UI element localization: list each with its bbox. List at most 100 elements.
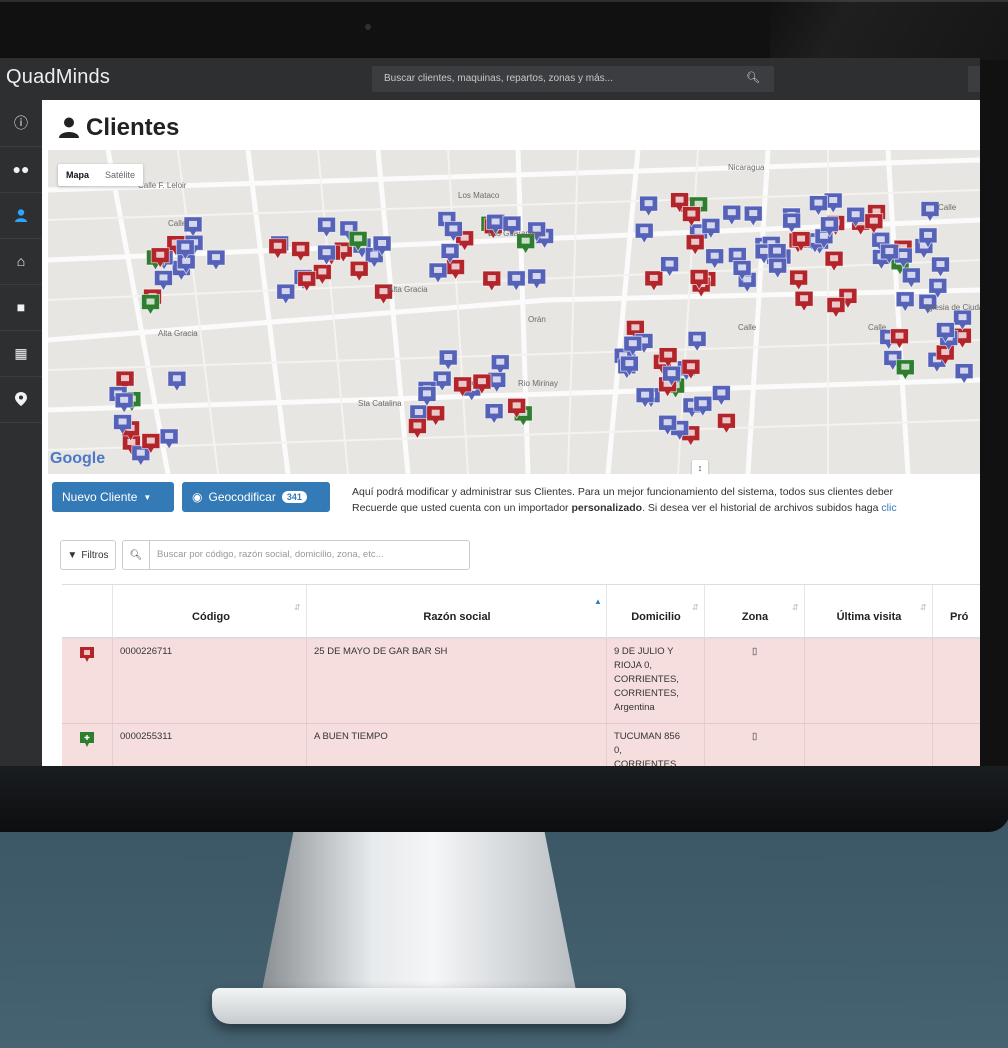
marker-glyph: [413, 422, 422, 429]
marker-glyph: [749, 210, 758, 217]
marker-glyph: [302, 275, 311, 282]
marker-glyph: [159, 274, 168, 281]
map-type-toggle[interactable]: Mapa Satélite: [58, 164, 144, 186]
marker-glyph: [694, 227, 703, 234]
marker-glyph: [727, 209, 736, 216]
marker-glyph: [958, 332, 967, 339]
marker-glyph: [487, 275, 496, 282]
marker-glyph: [663, 419, 672, 426]
map-type-satellite[interactable]: Satélite: [97, 170, 143, 180]
marker-glyph: [281, 288, 290, 295]
sidebar-item-info[interactable]: ⓘ: [0, 100, 42, 147]
geocode-button[interactable]: ◉ Geocodificar 341: [182, 482, 330, 512]
marker-glyph: [477, 378, 486, 385]
marker-glyph: [876, 236, 885, 243]
calendar-icon: ▦: [14, 344, 28, 361]
info-line-2: Recuerde que usted cuenta con un importa…: [352, 502, 897, 514]
marker-glyph: [698, 400, 707, 407]
search-icon: 🔍︎: [123, 541, 150, 569]
marker-glyph: [901, 295, 910, 302]
new-client-button[interactable]: Nuevo Cliente ▼: [52, 482, 174, 512]
sort-icon[interactable]: ⇵: [792, 603, 799, 612]
column-header-proxima[interactable]: Pró: [936, 611, 980, 623]
sort-icon[interactable]: ⇵: [920, 603, 927, 612]
map-marker-icon: [15, 392, 27, 406]
marker-glyph: [885, 248, 894, 255]
marker-glyph: [936, 261, 945, 268]
marker-glyph: [941, 326, 950, 333]
client-search-input[interactable]: 🔍︎ Buscar por código, razón social, domi…: [122, 540, 470, 570]
marker-glyph: [120, 396, 129, 403]
map-type-map[interactable]: Mapa: [58, 170, 97, 180]
table-row[interactable]: 0000226711 25 DE MAYO DE GAR BAR SH 9 DE…: [62, 639, 980, 724]
info-icon: ⓘ: [14, 115, 28, 131]
sort-icon[interactable]: ⇵: [692, 603, 699, 612]
cell-razon-social: 25 DE MAYO DE GAR BAR SH: [314, 646, 448, 657]
search-icon[interactable]: 🔍︎: [746, 71, 760, 84]
map-canvas[interactable]: Calle F. Leloir Calle Los Mataco Los Gua…: [48, 150, 980, 474]
sidebar-item-users[interactable]: ●●: [0, 146, 42, 193]
marker-glyph: [318, 268, 327, 275]
map-street-label: Calle: [938, 203, 957, 212]
marker-glyph: [706, 222, 715, 229]
marker-glyph: [521, 237, 530, 244]
filters-button[interactable]: ▼ Filtros: [60, 540, 116, 570]
info-line-1: Aquí podrá modificar y administrar sus C…: [352, 486, 894, 498]
marker-glyph: [933, 282, 942, 289]
marker-glyph: [458, 380, 467, 387]
column-header-ultima-visita[interactable]: Última visita: [808, 611, 930, 623]
marker-glyph: [625, 360, 634, 367]
sidebar-item-calendar[interactable]: ▦: [0, 330, 42, 377]
marker-glyph: [631, 324, 640, 331]
monitor-base: [212, 988, 626, 1024]
client-marker-icon: [80, 647, 94, 662]
map-street-label: Calle: [868, 323, 887, 332]
top-navbar: QuadMinds Buscar clientes, maquinas, rep…: [0, 58, 980, 100]
marker-glyph: [446, 247, 455, 254]
topbar-right-control[interactable]: [968, 66, 980, 92]
camera-dot: [365, 24, 371, 30]
marker-glyph: [899, 252, 908, 259]
marker-glyph: [422, 390, 431, 397]
column-header-zona[interactable]: Zona: [708, 611, 802, 623]
map-marker-icon: ◉: [192, 490, 203, 504]
marker-glyph: [414, 409, 423, 416]
map-street-label: Sta Catalina: [358, 399, 402, 408]
marker-glyph: [794, 274, 803, 281]
sidebar-item-home[interactable]: ⌂: [0, 238, 42, 285]
column-header-razon-social[interactable]: Razón social: [312, 611, 602, 623]
marker-glyph: [819, 232, 828, 239]
app-logo[interactable]: QuadMinds: [6, 66, 110, 89]
sidebar-item-locations[interactable]: [0, 376, 42, 423]
marker-glyph: [869, 217, 878, 224]
marker-glyph: [710, 252, 719, 259]
marker-glyph: [118, 418, 127, 425]
table-row[interactable]: 0000255311 A BUEN TIEMPO TUCUMAN 856 0, CO…: [62, 724, 980, 766]
marker-glyph: [322, 249, 331, 256]
marker-glyph: [691, 238, 700, 245]
global-search-input[interactable]: Buscar clientes, maquinas, repartos, zon…: [372, 66, 774, 92]
marker-glyph: [344, 224, 353, 231]
map-resize-handle[interactable]: ↕: [692, 460, 708, 474]
column-header-codigo[interactable]: Código: [118, 611, 304, 623]
sidebar-item-clientes[interactable]: [0, 192, 42, 239]
history-link[interactable]: clic: [881, 502, 896, 514]
marker-glyph: [532, 273, 541, 280]
marker-glyph: [888, 354, 897, 361]
marker-glyph: [665, 260, 674, 267]
marker-glyph: [189, 220, 198, 227]
action-row: Nuevo Cliente ▼ ◉ Geocodificar 341 Aquí …: [48, 478, 980, 518]
marker-glyph: [296, 245, 305, 252]
sort-asc-icon[interactable]: ▲: [594, 597, 602, 606]
map-street-label: Los Guaranies: [488, 229, 540, 238]
marker-glyph: [760, 247, 769, 254]
clients-map[interactable]: Calle F. Leloir Calle Los Mataco Los Gua…: [48, 150, 980, 474]
sidebar-item-trucks[interactable]: ■: [0, 284, 42, 331]
map-street-label: Alta Gracia: [388, 285, 428, 294]
marker-glyph: [831, 301, 840, 308]
main-content: Clientes Calle F. Leloir Calle Los Matac…: [42, 100, 980, 766]
sort-icon[interactable]: ⇵: [294, 603, 301, 612]
column-header-domicilio[interactable]: Domicilio: [610, 611, 702, 623]
marker-glyph: [693, 335, 702, 342]
cell-zona: ▯: [752, 731, 758, 742]
